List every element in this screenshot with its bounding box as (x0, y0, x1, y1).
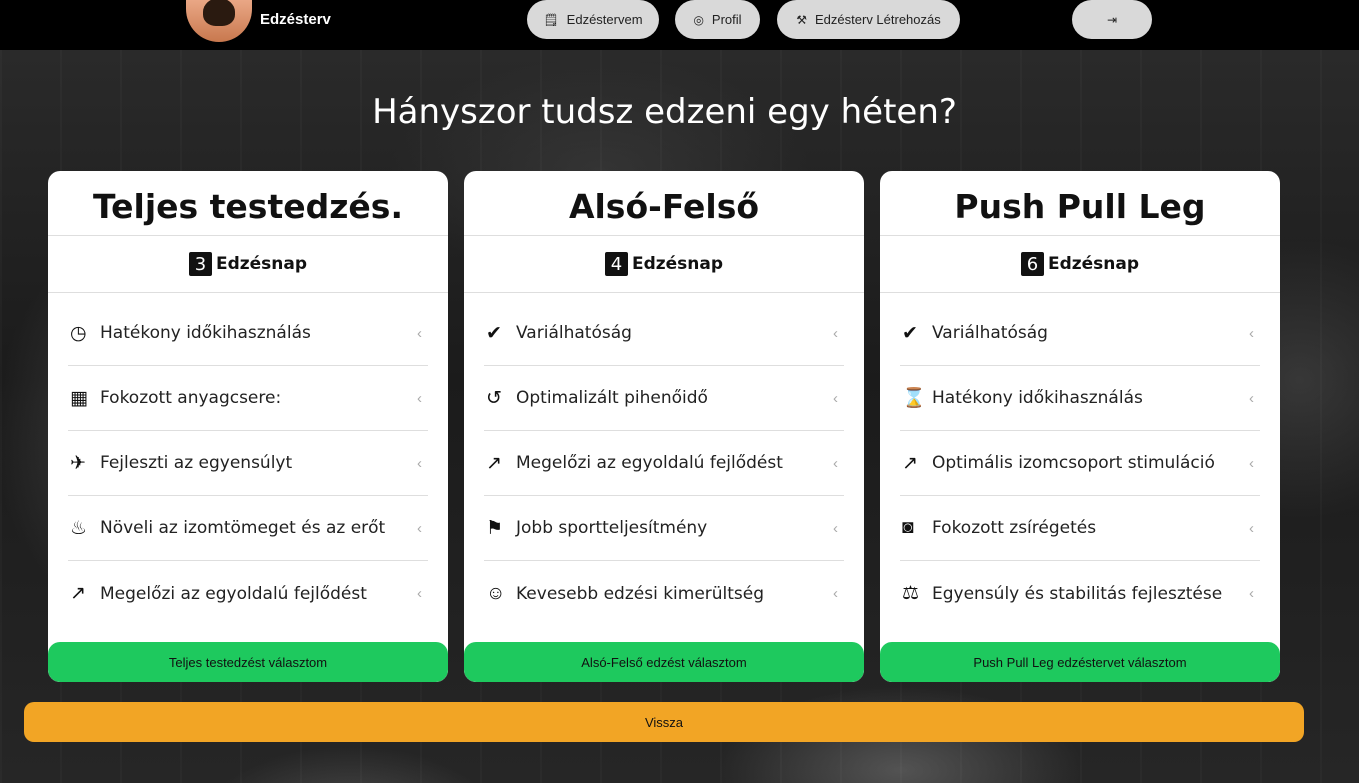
days-count-badge: 6 (1020, 252, 1044, 276)
logout-button[interactable]: ⇥ (1072, 0, 1152, 39)
benefit-label: Megelőzi az egyoldalú fejlődést (100, 583, 367, 604)
card-title: Teljes testedzés. (48, 171, 448, 236)
chevron-left-icon: ‹ (417, 585, 422, 602)
days-count-badge: 3 (188, 252, 212, 276)
body-scale-icon: ◙ (902, 517, 914, 538)
my-plan-button[interactable]: 🗒 Edzéstervem (527, 0, 659, 39)
benefit-list: ✔ Variálhatóság ‹ ⌛ Hatékony időkihaszná… (880, 293, 1280, 626)
benefit-item[interactable]: ↺ Optimalizált pihenőidő ‹ (484, 366, 844, 431)
growth-chart-icon: ↗ (486, 452, 502, 474)
plan-card-push-pull-leg: Push Pull Leg 6 Edzésnap ✔ Variálhatóság… (880, 171, 1280, 682)
choose-full-body-button[interactable]: Teljes testedzést választom (48, 642, 448, 682)
benefit-item[interactable]: ▦ Fokozott anyagcsere: ‹ (68, 366, 428, 431)
days-label: Edzésnap (215, 254, 308, 274)
smile-icon: ☺ (486, 582, 506, 604)
rest-timer-icon: ↺ (486, 387, 502, 409)
weightlifter-icon: ⚑ (486, 517, 504, 539)
benefit-label: Hatékony időkihasználás (932, 388, 1143, 408)
benefit-item[interactable]: ✔ Variálhatóság ‹ (900, 301, 1260, 366)
chevron-left-icon: ‹ (1249, 324, 1254, 342)
training-days: 6 Edzésnap (880, 236, 1280, 293)
chevron-left-icon: ‹ (1249, 389, 1254, 407)
choose-upper-lower-button[interactable]: Alsó-Felső edzést választom (464, 642, 864, 682)
benefit-label: Növeli az izomtömeget és az erőt (100, 518, 386, 538)
chevron-left-icon: ‹ (417, 324, 422, 342)
benefit-label: Kevesebb edzési kimerültség (516, 583, 765, 604)
card-title: Alsó-Felső (464, 171, 864, 236)
back-button[interactable]: Vissza (24, 702, 1304, 742)
benefit-item[interactable]: ♨ Növeli az izomtömeget és az erőt ‹ (68, 496, 428, 561)
brand-name[interactable]: Edzésterv (260, 11, 331, 28)
growth-chart-icon: ↗ (70, 583, 86, 604)
navbar: Edzésterv 🗒 Edzéstervem ◎ Profil ⚒ Edzés… (0, 0, 1359, 50)
clipboard-icon: 🗒 (543, 12, 559, 27)
choose-push-pull-leg-button[interactable]: Push Pull Leg edzéstervet választom (880, 642, 1280, 682)
double-check-icon: ✔ (902, 322, 918, 344)
benefit-label: Fokozott anyagcsere: (100, 388, 282, 408)
benefit-item[interactable]: ✔ Variálhatóság ‹ (484, 301, 844, 366)
chevron-left-icon: ‹ (833, 454, 838, 472)
chevron-left-icon: ‹ (417, 389, 422, 407)
plan-card-full-body: Teljes testedzés. 3 Edzésnap ◷ Hatékony … (48, 171, 448, 682)
create-plan-label: Edzésterv Létrehozás (815, 12, 941, 27)
page-title: Hányszor tudsz edzeni egy héten? (372, 92, 957, 132)
benefit-label: Egyensúly és stabilitás fejlesztése (932, 583, 1223, 604)
my-plan-label: Edzéstervem (566, 12, 643, 27)
benefit-item[interactable]: ◷ Hatékony időkihasználás ‹ (68, 301, 428, 366)
scale-icon: ▦ (70, 387, 88, 409)
days-label: Edzésnap (1047, 254, 1140, 274)
benefit-label: Variálhatóság (516, 323, 632, 343)
benefit-item[interactable]: ☺ Kevesebb edzési kimerültség ‹ (484, 561, 844, 626)
training-days: 4 Edzésnap (464, 236, 864, 293)
benefit-label: Fokozott zsírégetés (932, 518, 1097, 538)
card-title: Push Pull Leg (880, 171, 1280, 236)
chevron-left-icon: ‹ (833, 519, 838, 537)
create-plan-button[interactable]: ⚒ Edzésterv Létrehozás (777, 0, 960, 39)
plan-card-upper-lower: Alsó-Felső 4 Edzésnap ✔ Variálhatóság ‹ … (464, 171, 864, 682)
benefit-item[interactable]: ⚑ Jobb sportteljesítmény ‹ (484, 496, 844, 561)
chevron-left-icon: ‹ (1249, 519, 1254, 537)
balance-figure-icon: ✈ (70, 452, 86, 474)
benefit-list: ✔ Variálhatóság ‹ ↺ Optimalizált pihenői… (464, 293, 864, 626)
user-circle-icon: ◎ (693, 12, 704, 27)
benefit-label: Optimális izomcsoport stimuláció (932, 453, 1215, 473)
days-label: Edzésnap (631, 254, 724, 274)
benefit-item[interactable]: ⌛ Hatékony időkihasználás ‹ (900, 366, 1260, 431)
growth-chart-icon: ↗ (902, 452, 918, 474)
days-count-badge: 4 (604, 252, 628, 276)
benefit-label: Variálhatóság (932, 323, 1048, 343)
benefit-item[interactable]: ↗ Optimális izomcsoport stimuláció ‹ (900, 431, 1260, 496)
benefit-label: Jobb sportteljesítmény (516, 518, 708, 538)
dumbbell-icon: ⚒ (796, 12, 808, 27)
hourglass-person-icon: ⌛ (902, 388, 926, 409)
clock-icon: ◷ (70, 322, 87, 344)
profile-label: Profil (711, 12, 742, 27)
training-days: 3 Edzésnap (48, 236, 448, 293)
benefit-list: ◷ Hatékony időkihasználás ‹ ▦ Fokozott a… (48, 293, 448, 626)
profile-button[interactable]: ◎ Profil (675, 0, 760, 39)
benefit-label: Hatékony időkihasználás (100, 323, 311, 343)
logout-icon: ⇥ (1106, 12, 1118, 27)
chevron-left-icon: ‹ (1249, 585, 1254, 602)
chevron-left-icon: ‹ (417, 454, 422, 472)
benefit-label: Fejleszti az egyensúlyt (100, 453, 293, 473)
double-check-icon: ✔ (486, 322, 502, 344)
chevron-left-icon: ‹ (833, 389, 838, 407)
benefit-item[interactable]: ⚖ Egyensúly és stabilitás fejlesztése ‹ (900, 561, 1260, 626)
chevron-left-icon: ‹ (833, 585, 838, 602)
chevron-left-icon: ‹ (833, 324, 838, 342)
benefit-item[interactable]: ↗ Megelőzi az egyoldalú fejlődést ‹ (68, 561, 428, 626)
chevron-left-icon: ‹ (1249, 454, 1254, 472)
benefit-item[interactable]: ↗ Megelőzi az egyoldalú fejlődést ‹ (484, 431, 844, 496)
logo[interactable] (186, 0, 252, 42)
benefit-label: Optimalizált pihenőidő (516, 388, 708, 408)
benefit-label: Megelőzi az egyoldalú fejlődést (516, 453, 783, 473)
balance-scale-icon: ⚖ (902, 583, 920, 604)
chevron-left-icon: ‹ (417, 519, 422, 537)
benefit-item[interactable]: ◙ Fokozott zsírégetés ‹ (900, 496, 1260, 561)
muscle-arm-icon: ♨ (70, 517, 88, 539)
benefit-item[interactable]: ✈ Fejleszti az egyensúlyt ‹ (68, 431, 428, 496)
